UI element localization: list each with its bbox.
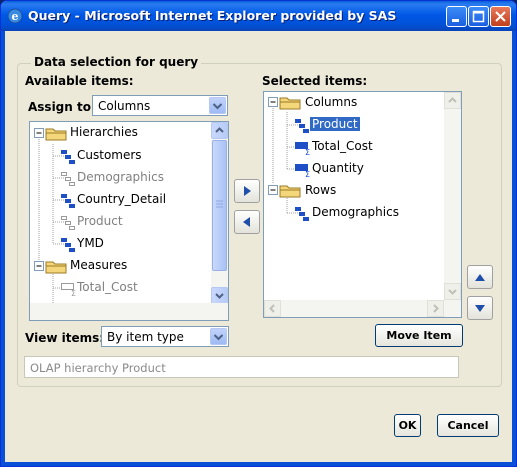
chevron-up-icon xyxy=(448,97,457,103)
hierarchy-icon xyxy=(61,172,75,186)
scroll-up-button[interactable] xyxy=(444,92,461,109)
arrow-left-icon xyxy=(243,217,250,227)
cancel-button[interactable]: Cancel xyxy=(437,414,499,437)
selected-vertical-scrollbar[interactable] xyxy=(444,92,461,300)
scroll-left-button[interactable] xyxy=(264,300,281,317)
tree-label-selected-product: Product xyxy=(310,117,360,131)
view-items-label: View items: xyxy=(25,331,105,345)
tree-label-measures: Measures xyxy=(70,258,128,272)
maximize-icon xyxy=(472,10,485,23)
folder-icon xyxy=(279,185,301,198)
hierarchy-icon xyxy=(61,216,75,230)
arrow-right-icon xyxy=(244,186,251,196)
tree-label-total-cost: Total_Cost xyxy=(77,280,138,294)
item-description-text: OLAP hierarchy Product xyxy=(30,361,166,375)
measure-icon: Σ xyxy=(61,283,76,297)
tree-label-country-detail: Country_Detail xyxy=(77,192,167,206)
arrow-down-icon xyxy=(475,305,485,312)
hierarchy-icon xyxy=(61,238,75,252)
svg-text:Σ: Σ xyxy=(305,170,310,178)
chevron-right-icon xyxy=(433,304,439,313)
scroll-thumb[interactable] xyxy=(212,140,227,271)
hierarchy-icon xyxy=(295,207,309,221)
move-item-button[interactable]: Move Item xyxy=(375,324,463,347)
tree-label-hierarchies: Hierarchies xyxy=(70,125,138,139)
available-items-label: Available items: xyxy=(25,74,134,88)
chevron-down-icon xyxy=(448,289,457,295)
arrow-up-icon xyxy=(475,274,485,281)
tree-label-selected-demographics: Demographics xyxy=(312,205,399,219)
tree-label-customers: Customers xyxy=(77,148,142,162)
minimize-button[interactable] xyxy=(446,6,467,27)
selected-items-tree[interactable]: Columns Product Σ Total_Cost Σ Quantity xyxy=(263,91,462,318)
available-vertical-scrollbar[interactable] xyxy=(211,122,228,304)
collapse-icon xyxy=(268,97,278,107)
minimize-icon xyxy=(452,19,459,22)
scroll-down-button[interactable] xyxy=(444,283,461,300)
tree-label-columns: Columns xyxy=(305,95,358,109)
chevron-left-icon xyxy=(269,304,275,313)
maximize-button[interactable] xyxy=(468,6,489,27)
assign-to-value: Columns xyxy=(98,99,151,113)
collapse-icon xyxy=(268,185,278,195)
chevron-down-icon[interactable] xyxy=(210,328,227,345)
folder-icon xyxy=(45,128,67,141)
folder-icon xyxy=(45,261,67,274)
item-description-field: OLAP hierarchy Product xyxy=(24,356,459,378)
collapse-icon xyxy=(34,261,44,271)
folder-icon xyxy=(279,97,301,110)
view-items-select[interactable]: By item type xyxy=(101,326,229,347)
collapse-icon xyxy=(34,128,44,138)
query-dialog-window: e Query - Microsoft Internet Explorer pr… xyxy=(0,0,517,467)
scroll-up-button[interactable] xyxy=(211,122,228,139)
assign-to-select[interactable]: Columns xyxy=(92,95,228,116)
ie-icon: e xyxy=(7,8,23,24)
available-items-tree[interactable]: Hierarchies Customers Demographics Count… xyxy=(29,121,229,321)
svg-text:e: e xyxy=(12,10,19,23)
move-down-button[interactable] xyxy=(467,296,493,320)
ok-button[interactable]: OK xyxy=(394,414,421,437)
group-title: Data selection for query xyxy=(31,55,202,69)
scroll-down-button[interactable] xyxy=(211,287,228,304)
close-icon xyxy=(495,11,506,22)
chevron-up-icon xyxy=(215,127,224,133)
measure-icon: Σ xyxy=(295,164,310,178)
add-to-selected-button[interactable] xyxy=(234,179,260,203)
selected-horizontal-scrollbar[interactable] xyxy=(264,300,461,317)
svg-text:Σ: Σ xyxy=(305,148,310,156)
tree-label-selected-total-cost: Total_Cost xyxy=(312,139,373,153)
measure-icon: Σ xyxy=(295,142,310,156)
tree-label-selected-quantity: Quantity xyxy=(312,161,364,175)
remove-from-selected-button[interactable] xyxy=(234,210,260,234)
title-bar[interactable]: e Query - Microsoft Internet Explorer pr… xyxy=(1,1,516,31)
tree-label-rows: Rows xyxy=(305,183,337,197)
available-horizontal-scrollbar[interactable] xyxy=(30,303,228,320)
selected-items-label: Selected items: xyxy=(262,74,368,88)
window-title: Query - Microsoft Internet Explorer prov… xyxy=(28,8,397,23)
chevron-down-icon[interactable] xyxy=(209,97,226,114)
hierarchy-icon xyxy=(61,194,75,208)
tree-label-ymd: YMD xyxy=(77,236,104,250)
tree-label-demographics: Demographics xyxy=(77,170,164,184)
close-button[interactable] xyxy=(490,6,511,27)
svg-text:Σ: Σ xyxy=(71,289,76,297)
scroll-right-button[interactable] xyxy=(427,300,444,317)
chevron-down-icon xyxy=(215,293,224,299)
view-items-value: By item type xyxy=(107,330,184,344)
hierarchy-icon xyxy=(61,150,75,164)
tree-label-product: Product xyxy=(77,214,123,228)
move-up-button[interactable] xyxy=(467,265,493,289)
assign-to-label: Assign to: xyxy=(28,100,96,114)
